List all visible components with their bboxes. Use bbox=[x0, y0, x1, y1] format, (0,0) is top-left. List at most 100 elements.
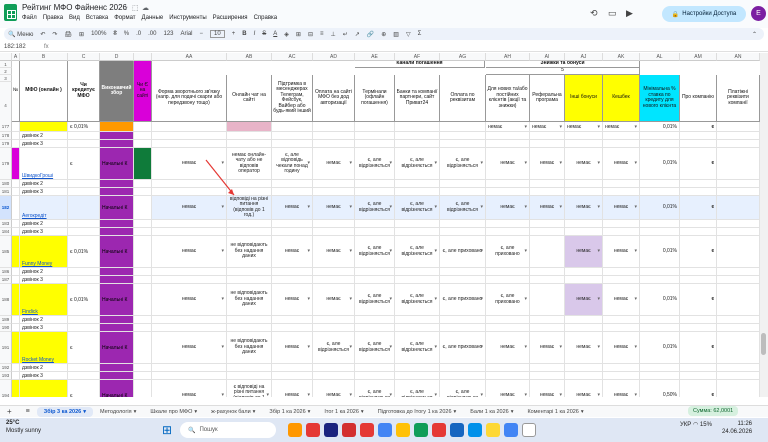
data-cell[interactable] bbox=[440, 364, 486, 372]
data-cell[interactable] bbox=[395, 188, 440, 196]
data-cell[interactable] bbox=[227, 228, 272, 236]
history-icon[interactable]: ⟲ bbox=[590, 8, 598, 19]
data-cell[interactable]: немає bbox=[530, 196, 565, 220]
sheet-tab[interactable]: Коментарі 1 ка 2026 ▾ bbox=[520, 409, 590, 415]
data-cell[interactable] bbox=[12, 316, 20, 324]
menu-item[interactable]: Вид bbox=[69, 15, 80, 21]
all-sheets-icon[interactable]: ≡ bbox=[19, 408, 37, 415]
search-menus-icon[interactable]: 🔍 Меню bbox=[8, 31, 33, 38]
data-cell[interactable] bbox=[440, 132, 486, 140]
data-cell[interactable] bbox=[68, 196, 100, 220]
menu-item[interactable]: Справка bbox=[254, 15, 278, 21]
avatar[interactable]: E bbox=[751, 6, 766, 21]
data-cell[interactable] bbox=[12, 180, 20, 188]
app-icon-green[interactable] bbox=[414, 423, 428, 437]
data-cell[interactable] bbox=[272, 122, 313, 132]
data-cell[interactable]: є, але відрізняється bbox=[395, 148, 440, 180]
data-cell[interactable] bbox=[12, 140, 20, 148]
data-cell[interactable]: є, але відрізняється bbox=[355, 380, 395, 397]
data-cell[interactable] bbox=[227, 132, 272, 140]
data-cell[interactable] bbox=[717, 188, 760, 196]
tab-menu-icon[interactable]: ▾ bbox=[361, 409, 364, 415]
data-cell[interactable]: немає bbox=[603, 380, 640, 397]
data-cell[interactable] bbox=[717, 140, 760, 148]
data-cell[interactable] bbox=[680, 364, 717, 372]
data-cell[interactable] bbox=[530, 324, 565, 332]
app-icon-explorer[interactable] bbox=[396, 423, 410, 437]
data-cell[interactable]: є, але відрізняється bbox=[395, 236, 440, 268]
data-cell[interactable] bbox=[717, 122, 760, 132]
column-header[interactable]: AB bbox=[227, 53, 272, 61]
row-header[interactable]: 190 bbox=[0, 324, 12, 332]
sheet-tab[interactable]: Підготовка до Ітогу 1 ка 2026 ▾ bbox=[371, 409, 464, 415]
data-cell[interactable]: 0,01% bbox=[640, 332, 680, 364]
data-cell[interactable] bbox=[565, 316, 603, 324]
data-cell[interactable] bbox=[68, 364, 100, 372]
tab-menu-icon[interactable]: ▾ bbox=[83, 409, 86, 415]
tab-menu-icon[interactable]: ▾ bbox=[511, 409, 514, 415]
data-cell[interactable] bbox=[100, 132, 134, 140]
menu-item[interactable]: Правка bbox=[43, 15, 63, 21]
data-cell[interactable]: є, але відрізняється bbox=[440, 196, 486, 220]
tab-menu-icon[interactable]: ▾ bbox=[253, 409, 256, 415]
data-cell[interactable] bbox=[68, 324, 100, 332]
data-cell[interactable] bbox=[717, 332, 760, 364]
data-cell[interactable] bbox=[565, 220, 603, 228]
data-cell[interactable] bbox=[100, 228, 134, 236]
data-cell[interactable]: немає bbox=[152, 236, 227, 268]
data-cell[interactable] bbox=[12, 196, 20, 220]
data-cell[interactable] bbox=[68, 132, 100, 140]
data-cell[interactable]: є bbox=[680, 284, 717, 316]
share-button[interactable]: 🔒 Настройки Доступа bbox=[662, 6, 746, 22]
data-cell[interactable] bbox=[717, 324, 760, 332]
data-cell[interactable] bbox=[68, 276, 100, 284]
data-cell[interactable]: є 0,01% bbox=[68, 284, 100, 316]
font-size-decrease-icon[interactable]: − bbox=[200, 31, 204, 37]
add-sheet-icon[interactable]: + bbox=[0, 407, 19, 416]
sheet-tab[interactable]: Збір 3 ка 2026 ▾ bbox=[36, 406, 93, 417]
data-cell[interactable] bbox=[603, 364, 640, 372]
data-cell[interactable]: є bbox=[680, 332, 717, 364]
column-header[interactable]: AH bbox=[486, 53, 530, 61]
mfo-name-cell[interactable]: дзвінок 2 bbox=[20, 180, 68, 188]
data-cell[interactable]: є, але відрізняється bbox=[395, 380, 440, 397]
data-cell[interactable] bbox=[680, 268, 717, 276]
data-cell[interactable] bbox=[100, 140, 134, 148]
app-icon-white[interactable] bbox=[522, 423, 536, 437]
data-cell[interactable] bbox=[134, 276, 152, 284]
data-cell[interactable]: немає bbox=[272, 196, 313, 220]
data-cell[interactable] bbox=[640, 220, 680, 228]
data-cell[interactable] bbox=[313, 220, 355, 228]
row-header[interactable]: 194 bbox=[0, 380, 12, 397]
scrollbar-thumb[interactable] bbox=[761, 333, 766, 355]
data-cell[interactable]: не відповідають без надання даних bbox=[227, 332, 272, 364]
data-cell[interactable] bbox=[12, 284, 20, 316]
data-cell[interactable]: 0,01% bbox=[640, 236, 680, 268]
data-cell[interactable] bbox=[486, 316, 530, 324]
data-cell[interactable] bbox=[603, 268, 640, 276]
data-cell[interactable] bbox=[395, 268, 440, 276]
data-cell[interactable] bbox=[313, 228, 355, 236]
data-cell[interactable]: є bbox=[680, 148, 717, 180]
taskbar-search[interactable]: 🔍 Пошук bbox=[180, 422, 276, 438]
data-cell[interactable] bbox=[395, 132, 440, 140]
data-cell[interactable] bbox=[717, 132, 760, 140]
data-cell[interactable] bbox=[565, 268, 603, 276]
tab-menu-icon[interactable]: ▾ bbox=[194, 409, 197, 415]
column-header[interactable]: AN bbox=[717, 53, 760, 61]
column-header[interactable]: A bbox=[12, 53, 20, 61]
data-cell[interactable] bbox=[100, 220, 134, 228]
data-cell[interactable]: немає bbox=[152, 284, 227, 316]
data-cell[interactable] bbox=[227, 188, 272, 196]
app-icon-mail[interactable] bbox=[432, 423, 446, 437]
data-cell[interactable]: немає bbox=[152, 332, 227, 364]
data-cell[interactable] bbox=[227, 140, 272, 148]
data-cell[interactable] bbox=[313, 188, 355, 196]
data-cell[interactable] bbox=[355, 324, 395, 332]
mfo-name-cell[interactable]: дзвінок 3 bbox=[20, 276, 68, 284]
data-cell[interactable] bbox=[440, 268, 486, 276]
data-cell[interactable] bbox=[717, 220, 760, 228]
star-icon[interactable]: ☆ bbox=[122, 4, 128, 12]
system-tray[interactable]: УКР ◠ 15% bbox=[680, 421, 712, 428]
column-header[interactable] bbox=[134, 53, 152, 61]
